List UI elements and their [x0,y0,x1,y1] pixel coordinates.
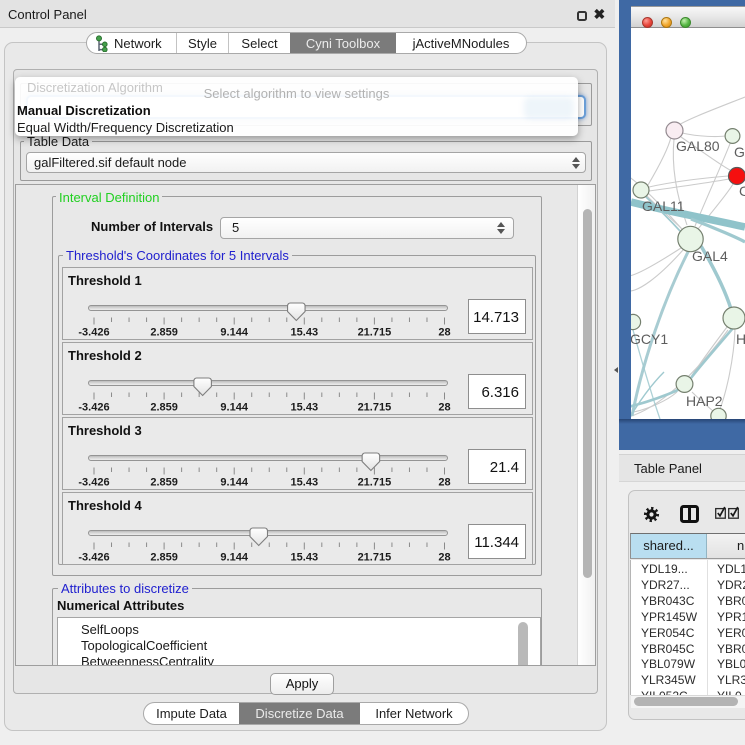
svg-text:28: 28 [438,402,450,414]
svg-text:GCY1: GCY1 [631,331,668,347]
svg-text:-3.426: -3.426 [78,477,109,489]
svg-text:15.43: 15.43 [291,477,319,489]
svg-text:9.144: 9.144 [220,327,248,339]
svg-text:28: 28 [438,327,450,339]
svg-text:9.144: 9.144 [220,402,248,414]
svg-text:HAP2: HAP2 [686,393,723,409]
svg-text:9.144: 9.144 [220,552,248,564]
svg-text:GA: GA [734,144,745,160]
svg-text:15.43: 15.43 [291,327,319,339]
svg-text:9.144: 9.144 [220,477,248,489]
svg-text:21.715: 21.715 [358,402,392,414]
svg-text:2.859: 2.859 [150,327,178,339]
svg-text:21.715: 21.715 [358,552,392,564]
svg-text:GAL11: GAL11 [642,198,685,214]
svg-text:C: C [739,183,745,199]
svg-text:2.859: 2.859 [150,477,178,489]
svg-text:28: 28 [438,477,450,489]
svg-text:GAL4: GAL4 [692,248,728,264]
svg-text:28: 28 [438,552,450,564]
svg-text:GAL80: GAL80 [676,138,720,154]
svg-text:-3.426: -3.426 [78,402,109,414]
svg-text:21.715: 21.715 [358,477,392,489]
svg-text:H: H [736,331,745,347]
svg-text:21.715: 21.715 [358,327,392,339]
svg-text:2.859: 2.859 [150,402,178,414]
svg-text:-3.426: -3.426 [78,552,109,564]
svg-text:15.43: 15.43 [291,552,319,564]
svg-text:15.43: 15.43 [291,402,319,414]
svg-text:-3.426: -3.426 [78,327,109,339]
svg-text:2.859: 2.859 [150,552,178,564]
